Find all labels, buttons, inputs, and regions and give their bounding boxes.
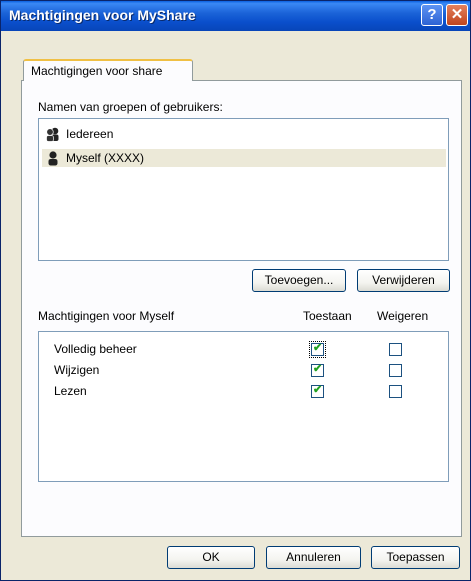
help-button[interactable]: ? xyxy=(421,4,443,26)
close-button[interactable]: ✕ xyxy=(446,4,468,26)
permissions-header: Machtigingen voor Myself xyxy=(38,309,175,323)
tab-share-permissions[interactable]: Machtigingen voor share xyxy=(23,59,193,81)
list-item[interactable]: Iedereen xyxy=(42,125,446,143)
checkmark-icon: ✔ xyxy=(313,342,323,354)
close-icon: ✕ xyxy=(450,6,464,23)
list-item[interactable]: Myself (XXXX) xyxy=(42,149,446,167)
permission-name: Volledig beheer xyxy=(54,342,137,356)
allow-header: Toestaan xyxy=(303,309,352,323)
apply-button[interactable]: Toepassen xyxy=(371,546,460,569)
allow-checkbox-read[interactable]: ✔ xyxy=(311,384,324,398)
groups-label: Namen van groepen of gebruikers: xyxy=(38,100,223,114)
permission-name: Lezen xyxy=(54,384,87,398)
deny-header: Weigeren xyxy=(377,309,429,323)
list-item-label: Iedereen xyxy=(66,127,114,141)
permissions-dialog: Machtigingen voor MyShare ? ✕ Machtiging… xyxy=(0,0,471,581)
allow-checkbox-modify[interactable]: ✔ xyxy=(311,363,324,377)
remove-button[interactable]: Verwijderen xyxy=(357,269,450,292)
checkmark-icon: ✔ xyxy=(313,384,323,396)
add-button[interactable]: Toevoegen... xyxy=(252,269,346,292)
question-icon: ? xyxy=(427,6,437,23)
user-icon xyxy=(48,151,58,166)
ok-button[interactable]: OK xyxy=(167,546,255,569)
list-item-label: Myself (XXXX) xyxy=(66,151,145,165)
title-bar[interactable]: Machtigingen voor MyShare ? ✕ xyxy=(1,1,470,31)
deny-checkbox-modify[interactable] xyxy=(389,364,402,377)
permission-name: Wijzigen xyxy=(54,363,100,377)
group-icon xyxy=(46,127,59,142)
groups-listbox[interactable]: Iedereen Myself (XXXX) xyxy=(38,118,449,261)
window-title: Machtigingen voor MyShare xyxy=(9,7,196,23)
checkmark-icon: ✔ xyxy=(313,363,323,375)
allow-checkbox-full-control[interactable]: ✔ xyxy=(309,341,326,358)
deny-checkbox-read[interactable] xyxy=(389,385,402,398)
cancel-button[interactable]: Annuleren xyxy=(266,546,361,569)
deny-checkbox-full-control[interactable] xyxy=(389,343,402,356)
permissions-list: Volledig beheer ✔ Wijzigen ✔ Lezen ✔ xyxy=(38,331,449,482)
